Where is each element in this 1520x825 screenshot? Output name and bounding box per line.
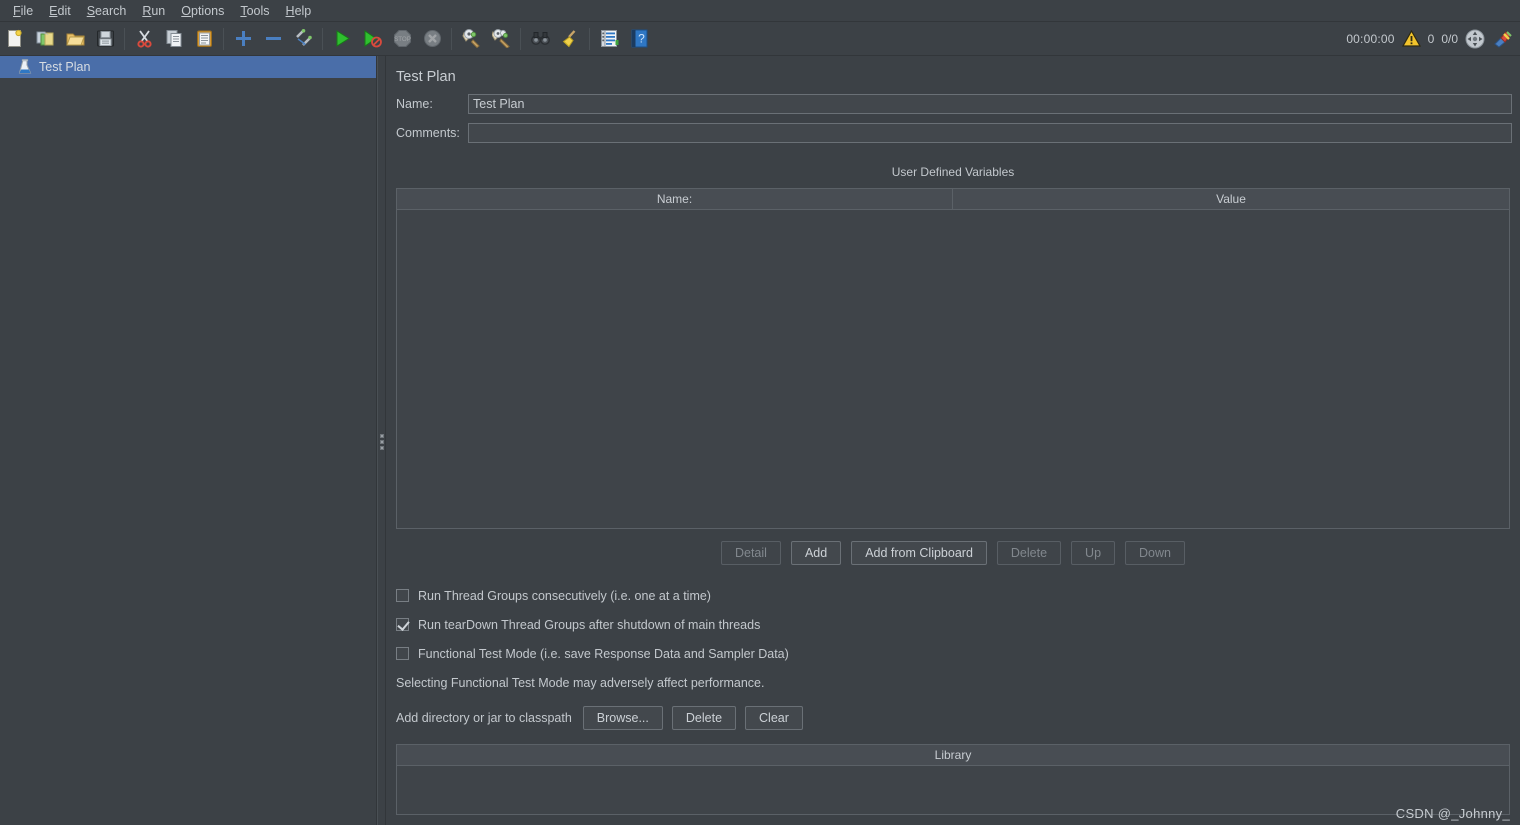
name-field-row: Name:: [396, 94, 1520, 114]
column-header-name[interactable]: Name:: [397, 189, 953, 209]
remote-connections-icon[interactable]: [1465, 29, 1485, 49]
checkbox-box[interactable]: [396, 618, 409, 631]
comments-label: Comments:: [396, 126, 460, 140]
menu-tools[interactable]: Tools: [232, 2, 277, 21]
detail-button[interactable]: Detail: [720, 541, 781, 565]
save-icon[interactable]: [92, 26, 118, 52]
toggle-icon[interactable]: [290, 26, 316, 52]
help-book-icon[interactable]: ?: [626, 26, 652, 52]
browse-button[interactable]: Browse...: [582, 706, 663, 730]
toolbar-separator: [223, 27, 224, 50]
library-table[interactable]: Library: [396, 744, 1510, 815]
toolbar-separator: [589, 27, 590, 50]
search-binoculars-icon[interactable]: [527, 26, 553, 52]
toolbar-separator: [520, 27, 521, 50]
udv-button-row: Detail Add Add from Clipboard Delete Up …: [386, 541, 1520, 565]
tree-item-test-plan[interactable]: Test Plan: [0, 56, 376, 78]
active-threads-count: 0/0: [1441, 31, 1458, 46]
toolbar-separator: [451, 27, 452, 50]
checkbox-functional-test-mode[interactable]: Functional Test Mode (i.e. save Response…: [396, 639, 1520, 668]
checkbox-run-teardown-thread-groups[interactable]: Run tearDown Thread Groups after shutdow…: [396, 610, 1520, 639]
comments-field-row: Comments:: [396, 123, 1520, 143]
add-from-clipboard-button[interactable]: Add from Clipboard: [851, 541, 987, 565]
toolbar-separator: [322, 27, 323, 50]
menu-help[interactable]: Help: [278, 2, 320, 21]
name-input[interactable]: [468, 94, 1512, 114]
menu-file[interactable]: File: [5, 2, 41, 21]
copy-icon[interactable]: [161, 26, 187, 52]
warning-triangle-icon[interactable]: [1401, 30, 1421, 47]
page-title: Test Plan: [396, 69, 456, 85]
tree-item-label: Test Plan: [39, 60, 91, 74]
svg-text:STOP: STOP: [394, 36, 411, 43]
test-plan-tree[interactable]: Test Plan: [0, 56, 377, 825]
test-plan-editor: Test Plan Name: Comments: User Defined V…: [386, 56, 1520, 825]
column-header-value[interactable]: Value: [953, 189, 1509, 209]
checkbox-label: Functional Test Mode (i.e. save Response…: [418, 646, 789, 661]
test-plan-flask-icon: [18, 59, 32, 75]
paste-clipboard-icon[interactable]: [191, 26, 217, 52]
warning-count: 0: [1427, 31, 1435, 46]
menu-search[interactable]: Search: [79, 2, 135, 21]
checkbox-box[interactable]: [396, 589, 409, 602]
menu-bar: File Edit Search Run Options Tools Help: [0, 0, 1520, 22]
clear-icon[interactable]: [458, 26, 484, 52]
classpath-clear-button[interactable]: Clear: [745, 706, 803, 730]
column-header-library[interactable]: Library: [397, 745, 1509, 766]
collapse-minus-icon[interactable]: [260, 26, 286, 52]
open-folder-icon[interactable]: [62, 26, 88, 52]
table-header-row: Name: Value: [397, 189, 1509, 210]
toolbar: STOP ? 00:00:00 0 0/0: [0, 22, 1520, 56]
checkbox-run-thread-groups-consecutively[interactable]: Run Thread Groups consecutively (i.e. on…: [396, 581, 1520, 610]
shutdown-icon[interactable]: [419, 26, 445, 52]
classpath-row: Add directory or jar to classpath Browse…: [396, 706, 1520, 730]
delete-button[interactable]: Delete: [996, 541, 1062, 565]
panel-splitter[interactable]: [377, 56, 386, 825]
down-button[interactable]: Down: [1125, 541, 1185, 565]
table-body-empty[interactable]: [397, 210, 1509, 528]
splitter-handle-dots: [380, 434, 384, 450]
clear-all-icon[interactable]: [488, 26, 514, 52]
menu-options[interactable]: Options: [173, 2, 232, 21]
svg-text:?: ?: [638, 32, 645, 46]
function-helper-icon[interactable]: [596, 26, 622, 52]
jmeter-window: File Edit Search Run Options Tools Help: [0, 0, 1520, 825]
cut-scissors-icon[interactable]: [131, 26, 157, 52]
up-button[interactable]: Up: [1071, 541, 1116, 565]
new-document-icon[interactable]: [2, 26, 28, 52]
watermark: CSDN @_Johnny_: [1395, 806, 1510, 821]
expand-plus-icon[interactable]: [230, 26, 256, 52]
checkbox-box[interactable]: [396, 647, 409, 660]
library-table-body-empty[interactable]: [397, 766, 1509, 814]
reset-search-broom-icon[interactable]: [557, 26, 583, 52]
elapsed-timer: 00:00:00: [1346, 31, 1395, 46]
toolbar-status: 00:00:00 0 0/0: [1346, 29, 1520, 49]
checkbox-label: Run Thread Groups consecutively (i.e. on…: [418, 588, 711, 603]
start-play-icon[interactable]: [329, 26, 355, 52]
classpath-delete-button[interactable]: Delete: [671, 706, 737, 730]
stop-icon[interactable]: STOP: [389, 26, 415, 52]
menu-edit[interactable]: Edit: [41, 2, 79, 21]
classpath-label: Add directory or jar to classpath: [396, 711, 572, 725]
user-defined-variables-heading: User Defined Variables: [891, 165, 1015, 179]
name-label: Name:: [396, 97, 433, 111]
add-button[interactable]: Add: [790, 541, 842, 565]
checkbox-label: Run tearDown Thread Groups after shutdow…: [418, 617, 761, 632]
functional-test-mode-note: Selecting Functional Test Mode may adver…: [396, 676, 765, 690]
clear-gui-icon[interactable]: [1492, 30, 1512, 48]
comments-input[interactable]: [468, 123, 1512, 143]
menu-run[interactable]: Run: [134, 2, 173, 21]
templates-icon[interactable]: [32, 26, 58, 52]
toolbar-separator: [124, 27, 125, 50]
user-defined-variables-table[interactable]: Name: Value: [396, 188, 1510, 529]
start-no-timers-icon[interactable]: [359, 26, 385, 52]
